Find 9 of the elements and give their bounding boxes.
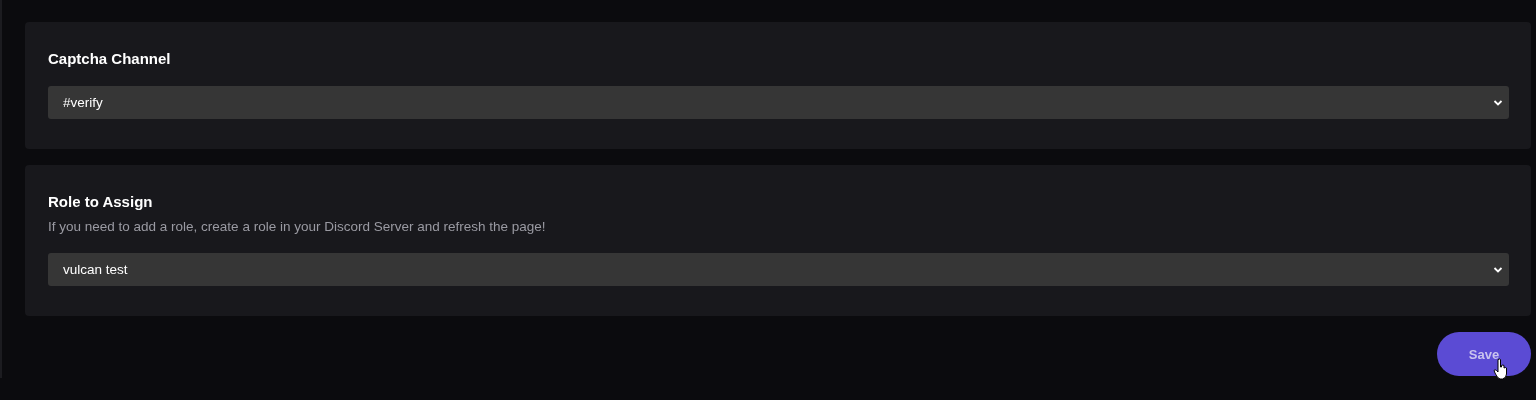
select-field[interactable]: vulcan test [48,253,1509,286]
save-button[interactable]: Save [1437,332,1531,376]
chevron-down-icon [1493,265,1503,274]
card-title: Captcha Channel [48,49,171,69]
hand-cursor-icon [1493,358,1509,380]
card-title: Role to Assign [48,192,153,212]
chevron-down-icon [1493,98,1503,107]
help-text: If you need to add a role, create a role in your Discord Server and refresh the page! [48,218,547,236]
select-field[interactable]: #verify [48,86,1509,119]
